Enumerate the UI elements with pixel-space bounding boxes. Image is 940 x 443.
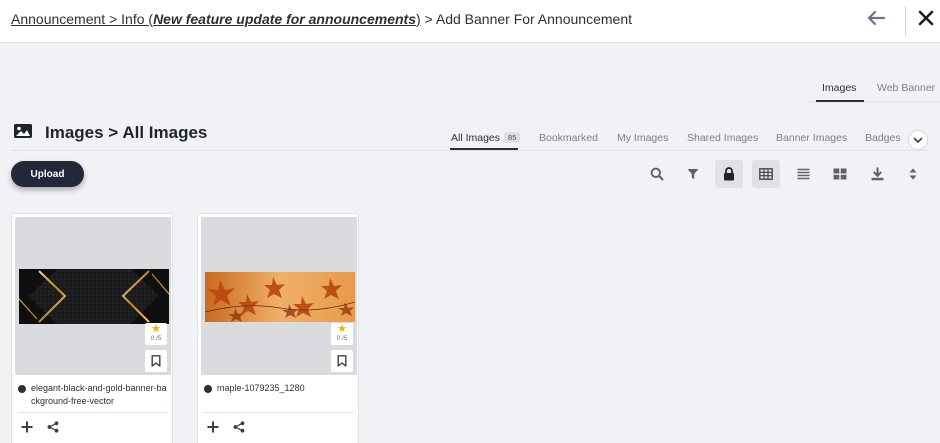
download-icon[interactable] <box>863 160 891 188</box>
banner-image <box>204 272 356 322</box>
breadcrumb: Announcement > Info (New feature update … <box>11 11 632 27</box>
upload-button[interactable]: Upload <box>11 161 84 187</box>
add-icon[interactable] <box>19 419 35 435</box>
banner-image <box>18 269 170 324</box>
lock-icon[interactable] <box>715 160 743 188</box>
rating-value: 0 /5 <box>336 335 348 342</box>
breadcrumb-info-name: New feature update for announcements <box>153 11 416 27</box>
tab-all-images[interactable]: All Images 85 <box>451 132 521 144</box>
breadcrumb-announcement-link[interactable]: Announcement <box>11 11 105 27</box>
image-name: maple-1079235_1280 <box>217 383 305 393</box>
breadcrumb-info-prefix: Info ( <box>121 11 154 27</box>
chevron-down-icon <box>913 131 923 149</box>
rating-badge[interactable]: ★ 0 /5 <box>145 323 167 345</box>
image-gallery-icon <box>13 123 33 144</box>
header-divider <box>905 6 906 36</box>
rating-badge[interactable]: ★ 0 /5 <box>331 323 353 345</box>
close-icon[interactable] <box>918 9 934 27</box>
share-icon[interactable] <box>45 419 61 435</box>
star-icon: ★ <box>337 323 347 335</box>
tab-shared-images[interactable]: Shared Images <box>687 132 758 144</box>
more-tabs-button[interactable] <box>908 130 928 150</box>
tab-all-images-label: All Images <box>451 132 501 144</box>
rating-value: 0 /5 <box>150 335 162 342</box>
bookmark-icon[interactable] <box>145 350 167 372</box>
breadcrumb-separator: > <box>105 11 122 27</box>
tab-images[interactable]: Images <box>822 82 856 94</box>
tab-my-images[interactable]: My Images <box>617 132 668 144</box>
list-view-icon[interactable] <box>789 160 817 188</box>
sort-icon[interactable] <box>899 160 927 188</box>
breadcrumb-separator: > <box>420 11 436 27</box>
back-arrow-icon[interactable] <box>866 9 886 27</box>
header-bar: Announcement > Info (New feature update … <box>0 0 940 43</box>
add-icon[interactable] <box>205 419 221 435</box>
tab-bookmarked[interactable]: Bookmarked <box>539 132 598 144</box>
breadcrumb-current: Add Banner For Announcement <box>435 11 632 27</box>
top-tabs: Images Web Banner <box>808 82 940 102</box>
tile-view-icon[interactable] <box>826 160 854 188</box>
tab-web-banner[interactable]: Web Banner <box>877 82 935 94</box>
tab-banner-images[interactable]: Banner Images <box>776 132 847 144</box>
count-badge: 85 <box>504 132 521 143</box>
star-icon: ★ <box>151 323 161 335</box>
image-card[interactable]: ★ 0 /5 maple-1079235_1280 <box>197 213 359 443</box>
image-thumbnail[interactable]: ★ 0 /5 <box>15 217 171 375</box>
tab-badges[interactable]: Badges <box>865 132 901 144</box>
status-dot <box>204 385 212 393</box>
breadcrumb-info-link[interactable]: Info (New feature update for announcemen… <box>121 11 421 27</box>
image-name: elegant-black-and-gold-banner-background… <box>31 383 167 406</box>
status-dot <box>18 385 26 393</box>
filter-icon[interactable] <box>679 160 707 188</box>
page-title: Images > All Images <box>45 123 208 142</box>
share-icon[interactable] <box>231 419 247 435</box>
section-divider <box>11 150 930 151</box>
grid-view-icon[interactable] <box>752 160 780 188</box>
card-divider <box>18 412 168 413</box>
search-icon[interactable] <box>643 160 671 188</box>
section-header: Images > All Images <box>13 122 207 144</box>
image-card[interactable]: ★ 0 /5 elegant-black-and-gold-banner-bac… <box>11 213 173 443</box>
tab-images-underline <box>816 100 864 102</box>
image-thumbnail[interactable]: ★ 0 /5 <box>201 217 357 375</box>
card-divider <box>204 412 354 413</box>
bookmark-icon[interactable] <box>331 350 353 372</box>
